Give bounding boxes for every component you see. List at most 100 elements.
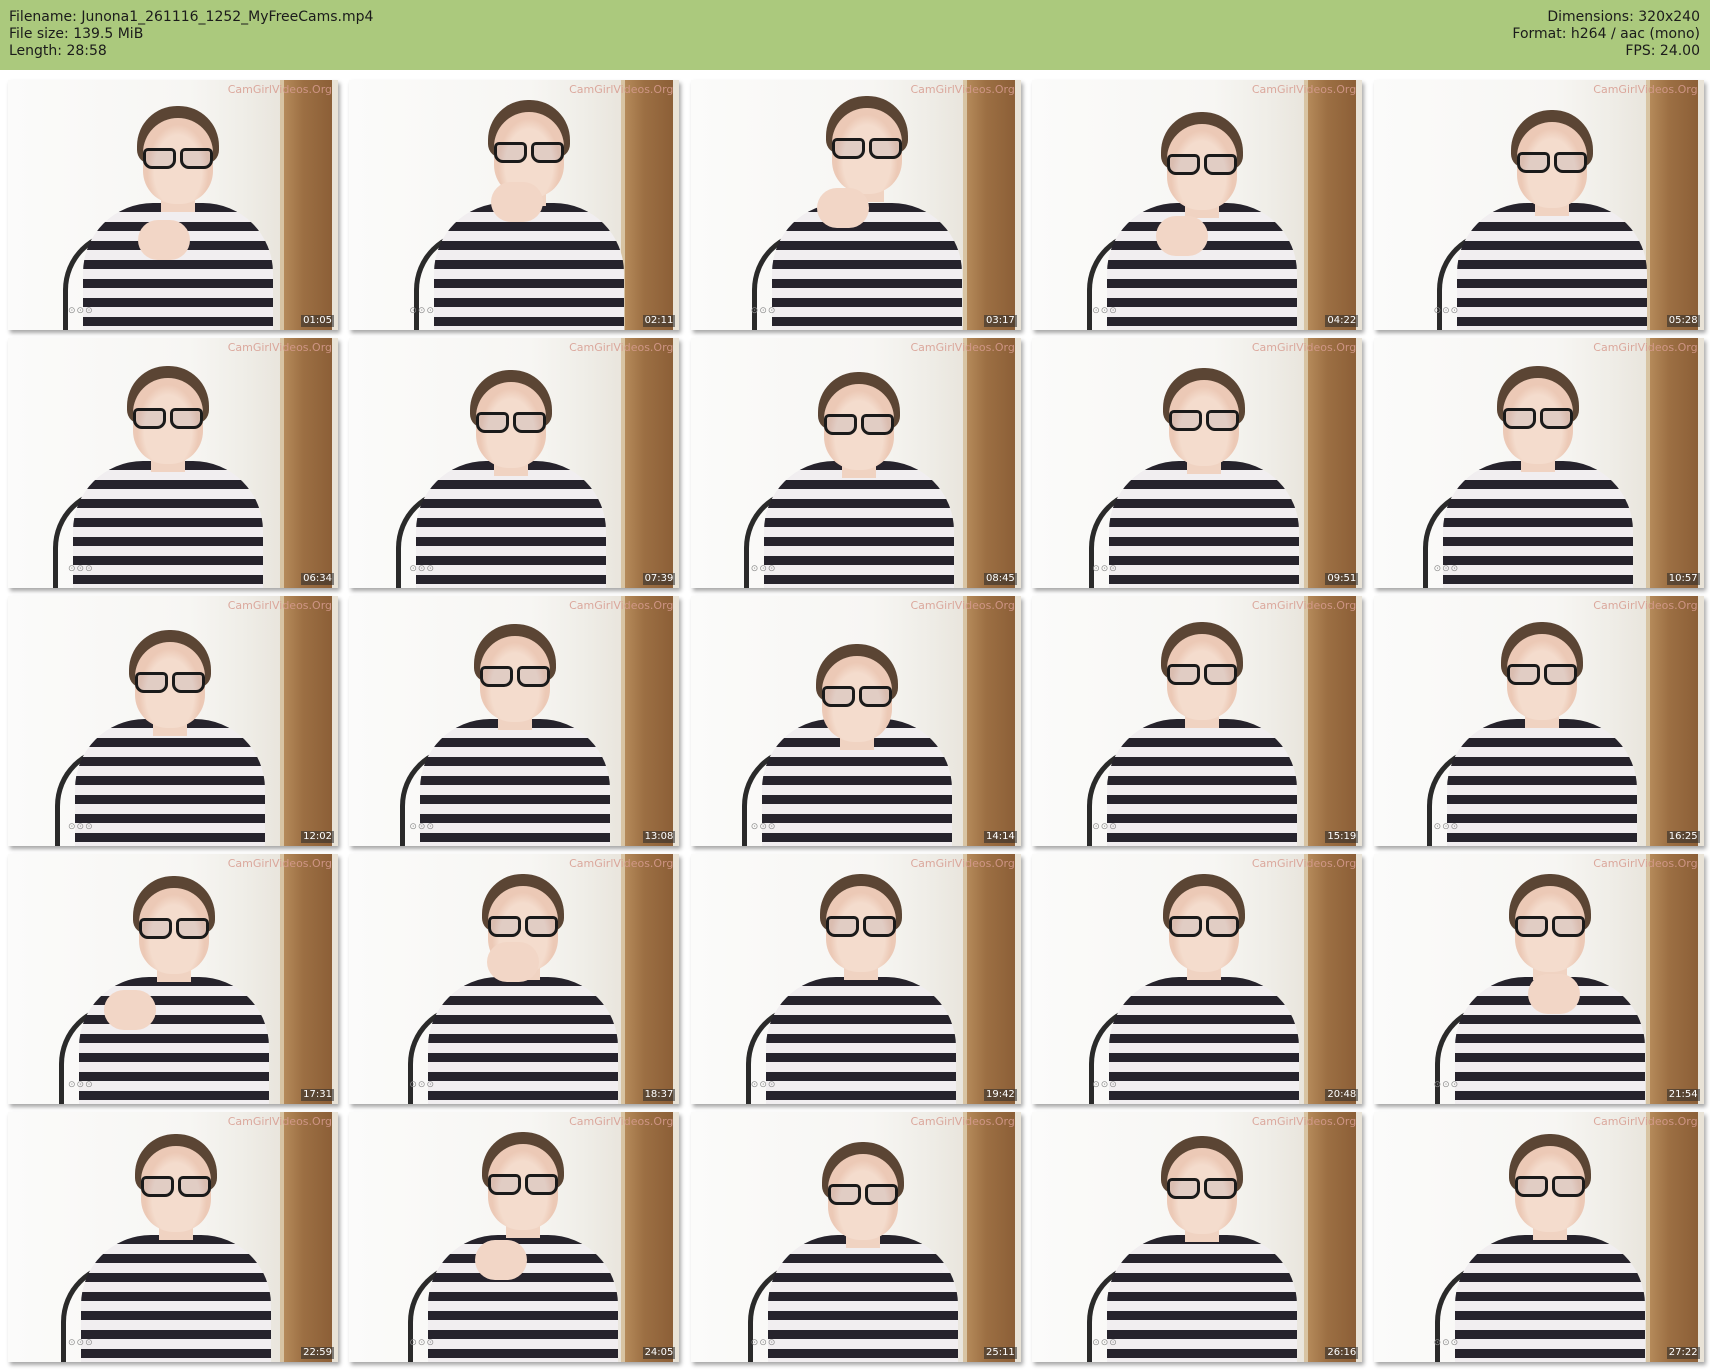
wall-edge: [1014, 1112, 1021, 1362]
video-thumbnail[interactable]: ⊙⊙⊙ CamGirlVideos.Org 09:51: [1032, 338, 1363, 588]
timestamp-label: 22:59: [301, 1347, 334, 1359]
door-background: [962, 1112, 1015, 1362]
striped-shirt: [416, 461, 607, 588]
timestamp-label: 14:14: [983, 831, 1017, 843]
video-thumbnail[interactable]: ⊙⊙⊙ CamGirlVideos.Org 25:11: [690, 1112, 1021, 1362]
timestamp-label: 20:48: [1325, 1089, 1359, 1101]
video-thumbnail[interactable]: ⊙⊙⊙ CamGirlVideos.Org 19:42: [690, 854, 1021, 1104]
video-thumbnail[interactable]: ⊙⊙⊙ CamGirlVideos.Org 20:48: [1032, 854, 1363, 1104]
video-thumbnail[interactable]: ⊙⊙⊙ CamGirlVideos.Org 02:11: [349, 80, 680, 330]
timestamp-label: 15:19: [1325, 831, 1359, 843]
door-background: [1645, 596, 1698, 846]
timestamp-label: 03:17: [983, 315, 1017, 327]
door-background: [1645, 338, 1698, 588]
length-line: Length: 28:58: [9, 43, 373, 60]
glasses: [821, 686, 892, 707]
glasses: [139, 918, 209, 939]
timestamp-label: 25:11: [983, 1347, 1017, 1359]
floor-mark: ⊙⊙⊙: [1092, 306, 1118, 316]
watermark-text: CamGirlVideos.Org: [910, 1115, 1015, 1128]
timestamp-label: 01:05: [301, 315, 334, 327]
watermark-text: CamGirlVideos.Org: [569, 857, 674, 870]
video-thumbnail[interactable]: ⊙⊙⊙ CamGirlVideos.Org 13:08: [349, 596, 680, 846]
wall-edge: [1014, 854, 1021, 1104]
glasses: [143, 148, 213, 169]
hand: [1156, 216, 1209, 256]
watermark-text: CamGirlVideos.Org: [1251, 599, 1357, 612]
door-background: [962, 854, 1015, 1104]
timestamp-label: 18:37: [642, 1089, 676, 1101]
wall-edge: [1697, 80, 1704, 330]
door-background: [962, 80, 1015, 330]
fps-line: FPS: 24.00: [1512, 43, 1700, 60]
video-thumbnail[interactable]: ⊙⊙⊙ CamGirlVideos.Org 08:45: [690, 338, 1021, 588]
watermark-text: CamGirlVideos.Org: [569, 599, 674, 612]
door-background: [1645, 854, 1698, 1104]
video-thumbnail[interactable]: ⊙⊙⊙ CamGirlVideos.Org 06:34: [8, 338, 338, 588]
glasses: [1167, 1178, 1238, 1199]
video-thumbnail[interactable]: ⊙⊙⊙ CamGirlVideos.Org 05:28: [1373, 80, 1704, 330]
video-thumbnail[interactable]: ⊙⊙⊙ CamGirlVideos.Org 26:16: [1032, 1112, 1363, 1362]
video-thumbnail[interactable]: ⊙⊙⊙ CamGirlVideos.Org 12:02: [8, 596, 338, 846]
filesize-value: 139.5 MiB: [73, 26, 144, 42]
door-background: [621, 80, 674, 330]
door-background: [962, 596, 1015, 846]
door-background: [280, 1112, 332, 1362]
video-thumbnail[interactable]: ⊙⊙⊙ CamGirlVideos.Org 03:17: [690, 80, 1021, 330]
timestamp-label: 19:42: [983, 1089, 1017, 1101]
timestamp-label: 17:31: [301, 1089, 334, 1101]
video-thumbnail[interactable]: ⊙⊙⊙ CamGirlVideos.Org 24:05: [349, 1112, 680, 1362]
glasses: [831, 138, 902, 159]
door-background: [1304, 854, 1357, 1104]
glasses: [1514, 916, 1585, 937]
timestamp-label: 16:25: [1666, 831, 1700, 843]
glasses: [1169, 916, 1240, 937]
striped-shirt: [1107, 1235, 1298, 1362]
floor-mark: ⊙⊙⊙: [409, 306, 436, 316]
striped-shirt: [767, 1235, 958, 1362]
hand: [487, 942, 540, 982]
wall-edge: [1014, 338, 1021, 588]
wall-edge: [1356, 80, 1363, 330]
wall-edge: [673, 854, 680, 1104]
floor-mark: ⊙⊙⊙: [1092, 1080, 1118, 1090]
wall-edge: [332, 80, 338, 330]
glasses: [1506, 664, 1577, 685]
door-background: [1304, 80, 1357, 330]
timestamp-label: 12:02: [301, 831, 334, 843]
watermark-text: CamGirlVideos.Org: [1593, 599, 1698, 612]
floor-mark: ⊙⊙⊙: [68, 1080, 94, 1090]
door-background: [962, 338, 1015, 588]
video-thumbnail[interactable]: ⊙⊙⊙ CamGirlVideos.Org 22:59: [8, 1112, 338, 1362]
video-thumbnail[interactable]: ⊙⊙⊙ CamGirlVideos.Org 17:31: [8, 854, 338, 1104]
wall-edge: [1356, 1112, 1363, 1362]
watermark-text: CamGirlVideos.Org: [227, 83, 332, 96]
video-thumbnail[interactable]: ⊙⊙⊙ CamGirlVideos.Org 01:05: [8, 80, 338, 330]
hand: [104, 990, 156, 1030]
glasses: [480, 666, 551, 687]
floor-mark: ⊙⊙⊙: [1433, 822, 1460, 832]
watermark-text: CamGirlVideos.Org: [569, 83, 674, 96]
video-thumbnail[interactable]: ⊙⊙⊙ CamGirlVideos.Org 18:37: [349, 854, 680, 1104]
video-thumbnail[interactable]: ⊙⊙⊙ CamGirlVideos.Org 15:19: [1032, 596, 1363, 846]
watermark-text: CamGirlVideos.Org: [1593, 857, 1698, 870]
video-thumbnail[interactable]: ⊙⊙⊙ CamGirlVideos.Org 27:22: [1373, 1112, 1704, 1362]
striped-shirt: [1456, 203, 1647, 330]
dimensions-label: Dimensions:: [1547, 9, 1634, 25]
timestamp-label: 26:16: [1325, 1347, 1359, 1359]
floor-mark: ⊙⊙⊙: [750, 564, 777, 574]
video-thumbnail[interactable]: ⊙⊙⊙ CamGirlVideos.Org 14:14: [690, 596, 1021, 846]
glasses: [141, 1176, 211, 1197]
video-thumbnail[interactable]: ⊙⊙⊙ CamGirlVideos.Org 16:25: [1373, 596, 1704, 846]
filename-line: Filename: Junona1_261116_1252_MyFreeCams…: [9, 9, 373, 26]
floor-mark: ⊙⊙⊙: [750, 1080, 777, 1090]
striped-shirt: [1109, 977, 1300, 1104]
video-thumbnail[interactable]: ⊙⊙⊙ CamGirlVideos.Org 21:54: [1373, 854, 1704, 1104]
glasses: [488, 1174, 559, 1195]
video-thumbnail[interactable]: ⊙⊙⊙ CamGirlVideos.Org 07:39: [349, 338, 680, 588]
timestamp-label: 09:51: [1325, 573, 1359, 585]
timestamp-label: 02:11: [642, 315, 676, 327]
video-thumbnail[interactable]: ⊙⊙⊙ CamGirlVideos.Org 04:22: [1032, 80, 1363, 330]
video-thumbnail[interactable]: ⊙⊙⊙ CamGirlVideos.Org 10:57: [1373, 338, 1704, 588]
striped-shirt: [420, 719, 611, 846]
